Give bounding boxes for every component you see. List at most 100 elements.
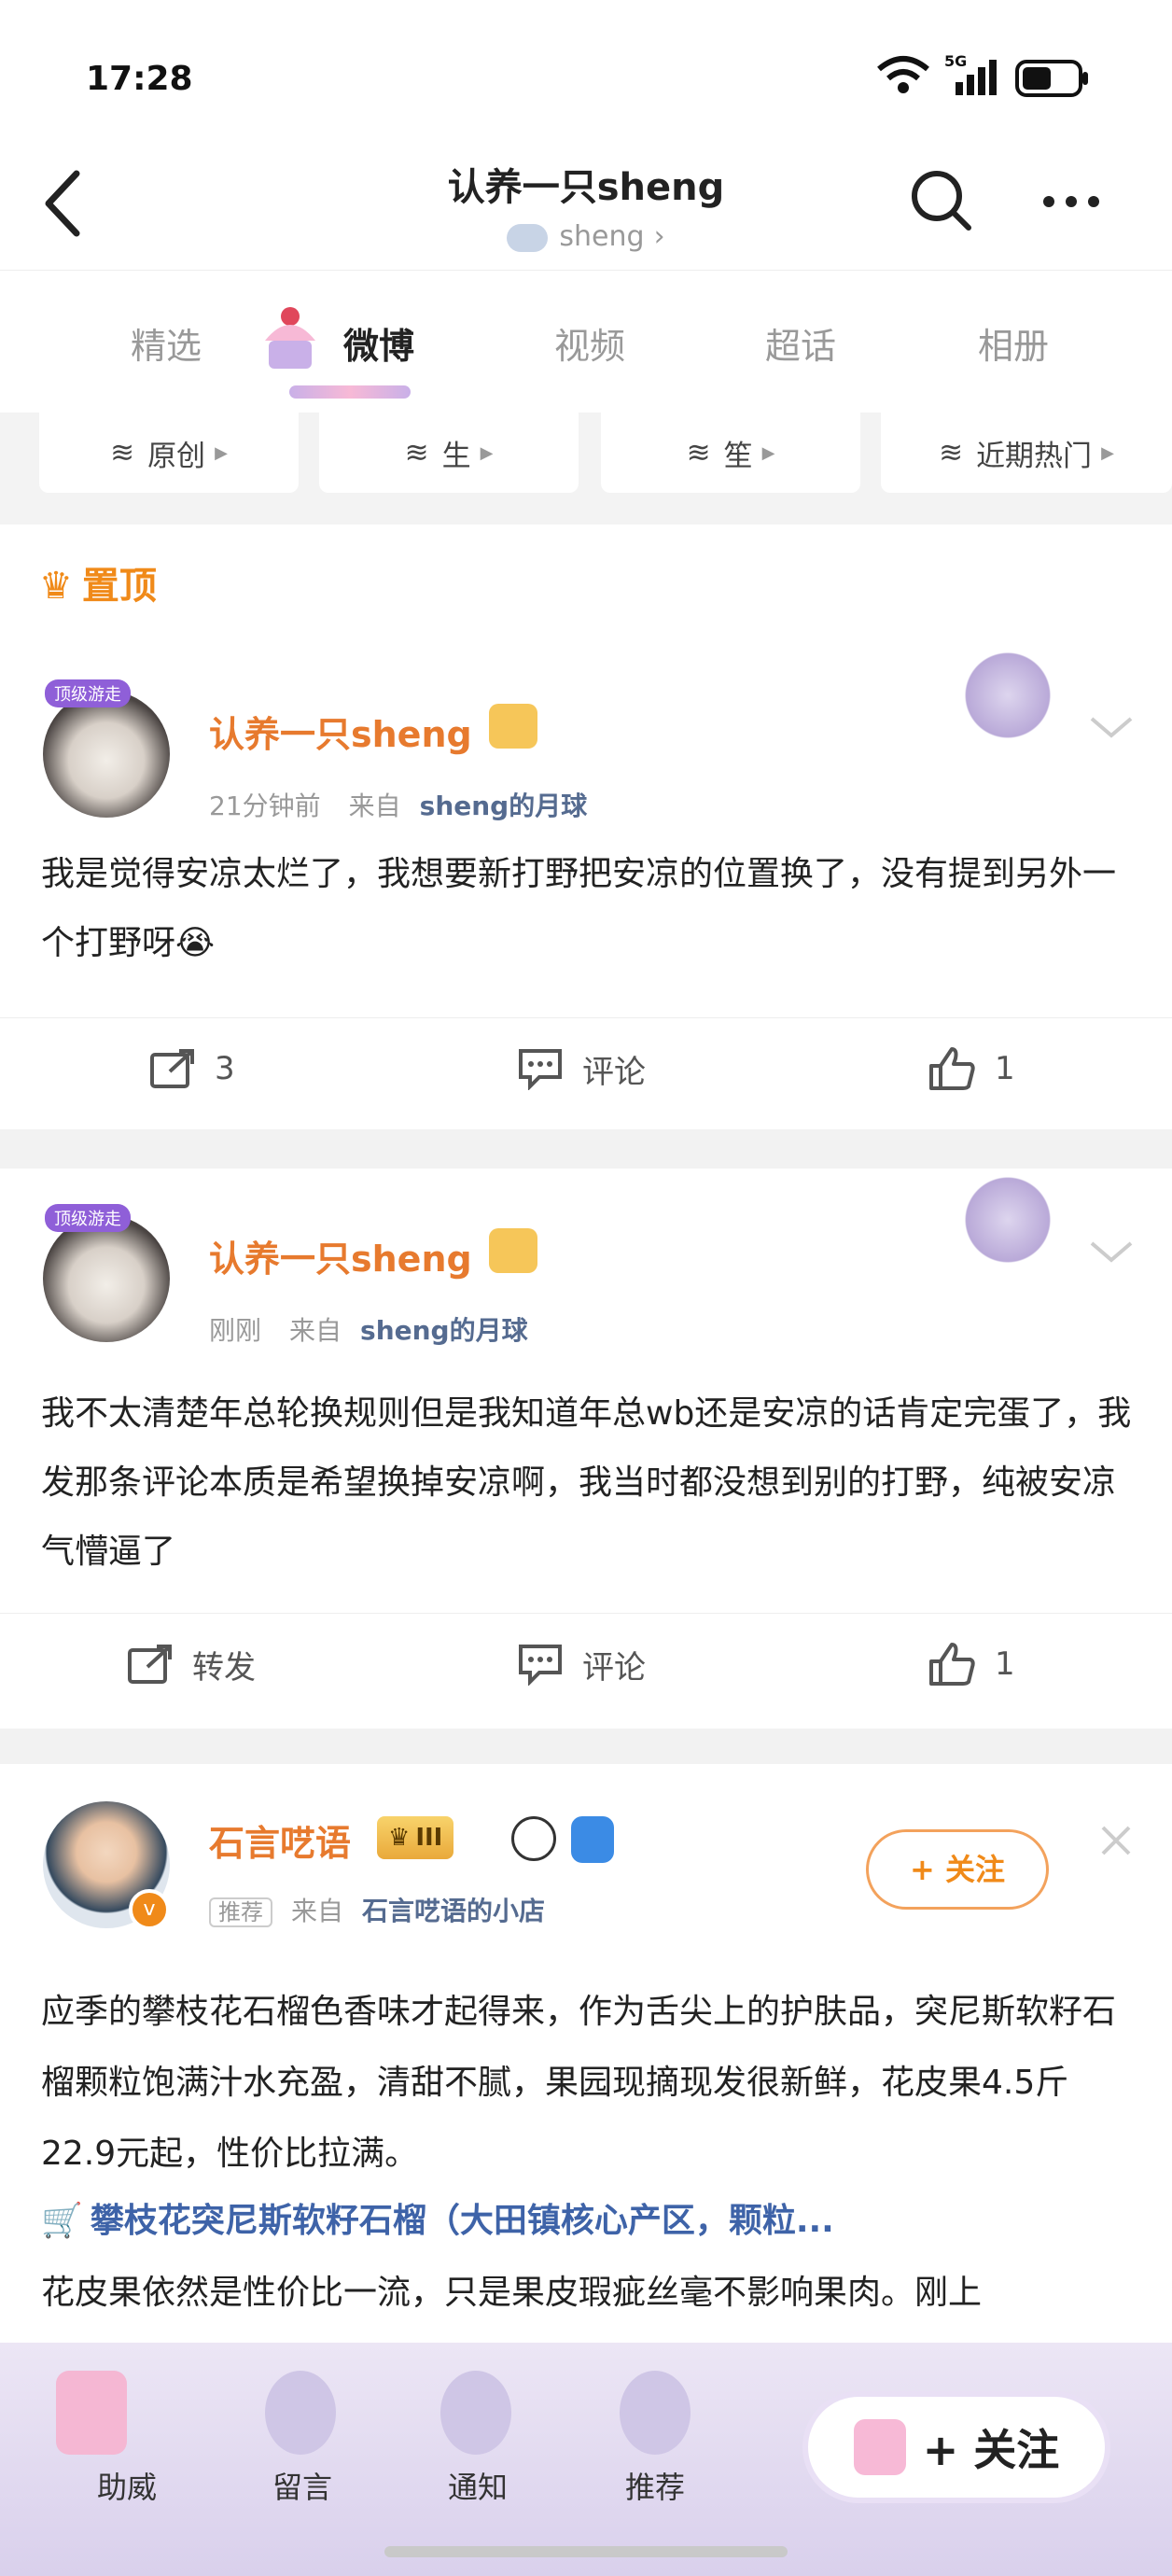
author-name[interactable]: 认养一只sheng (209, 1230, 472, 1281)
post-meta: 刚刚 来自 sheng的月球 (209, 1310, 528, 1348)
repost-icon (150, 1049, 194, 1088)
subtitle-text: sheng (559, 220, 645, 253)
caret-right-icon: ▶ (480, 442, 494, 463)
avatar[interactable] (43, 691, 170, 818)
filter-sheng-2[interactable]: ≋ 笙 ▶ (601, 413, 860, 493)
tab-featured[interactable]: 精选 (82, 317, 250, 369)
chevron-down-icon[interactable] (1088, 1238, 1135, 1266)
message-button[interactable]: 留言 (237, 2464, 368, 2507)
user-badge: 顶级游走 (45, 1204, 131, 1232)
page-title: 认养一只sheng (447, 166, 725, 209)
cloud-icon (507, 223, 549, 252)
like-count: 1 (995, 1645, 1015, 1683)
cupcake-icon (853, 2419, 906, 2475)
post-actions: 转发 评论 1 (0, 1613, 1172, 1715)
post-card: v 石言呓语 ♛ III 推荐 来自 石言呓语的小店 + 关注 应季的攀枝花石榴色香味… (0, 1764, 1172, 2343)
author-name[interactable]: 认养一只sheng (209, 706, 472, 757)
thumbs-up-icon (929, 1643, 975, 1686)
filter-original[interactable]: ≋ 原创 ▶ (39, 413, 299, 493)
crown-icon: ♛ (39, 565, 73, 608)
panda-icon (511, 1816, 556, 1861)
kuromi-icon (620, 2371, 691, 2455)
follow-bottom-button[interactable]: + 关注 (802, 2391, 1110, 2503)
like-button[interactable]: 1 (928, 1041, 1015, 1097)
cheer-button[interactable]: 助威 (62, 2464, 192, 2507)
filter-trending[interactable]: ≋ 近期热门 ▶ (881, 413, 1172, 493)
status-bar: 17:28 5G (0, 0, 1172, 140)
post-source[interactable]: sheng的月球 (420, 791, 588, 821)
vip-crown-icon (489, 1228, 537, 1273)
comment-icon (519, 1645, 562, 1686)
bottom-toolbar: 助威 留言 通知 推荐 + 关注 (0, 2343, 1172, 2576)
active-tab-indicator (289, 385, 411, 399)
user-badge: 顶级游走 (45, 679, 131, 707)
post-actions: 3 评论 1 (0, 1017, 1172, 1120)
layers-icon: ≋ (404, 436, 429, 469)
chevron-down-icon[interactable] (1088, 713, 1135, 741)
post-source[interactable]: 石言呓语的小店 (362, 1896, 545, 1926)
divider (0, 1729, 1172, 1764)
top-nav: 认养一只sheng sheng › (0, 140, 1172, 271)
layers-icon: ≋ (110, 436, 135, 469)
status-time: 17:28 (86, 60, 193, 98)
follow-bottom-label: + 关注 (922, 2425, 1060, 2475)
author-name[interactable]: 石言呓语 (209, 1814, 351, 1866)
vip-crown-icon (489, 704, 537, 749)
tab-video[interactable]: 视频 (506, 317, 674, 369)
comment-button[interactable]: 评论 (517, 1636, 646, 1692)
pinned-text: 置顶 (81, 565, 157, 608)
divider (0, 1129, 1172, 1169)
filter-label: 原创 (147, 439, 206, 473)
like-count: 1 (995, 1050, 1015, 1087)
repost-count: 3 (215, 1050, 235, 1087)
profile-tabs: 精选 微博 视频 超话 相册 (0, 275, 1172, 415)
from-prefix: 来自 (289, 1315, 342, 1346)
caret-right-icon: ▶ (215, 442, 228, 463)
cup-icon (56, 2371, 127, 2455)
search-icon[interactable] (909, 168, 974, 233)
from-prefix: 来自 (291, 1896, 344, 1926)
comment-label: 评论 (582, 1648, 646, 1687)
layers-icon: ≋ (939, 436, 964, 469)
kuromi-sticker-icon (961, 644, 1054, 747)
post-meta: 推荐 来自 石言呓语的小店 (209, 1891, 545, 1928)
caret-right-icon: ▶ (761, 442, 775, 463)
recommend-button[interactable]: 推荐 (590, 2464, 720, 2507)
member-level-badge: ♛ III (377, 1816, 454, 1859)
kuromi-icon (265, 2371, 336, 2455)
home-indicator (384, 2546, 788, 2557)
crown-icon: ♛ (388, 1824, 411, 1852)
post-source[interactable]: sheng的月球 (360, 1315, 528, 1346)
more-icon[interactable] (1041, 194, 1101, 209)
signal-icon (956, 60, 997, 95)
wifi-icon (877, 56, 929, 93)
avatar[interactable] (43, 1215, 170, 1342)
notify-button[interactable]: 通知 (412, 2464, 543, 2507)
filter-sheng[interactable]: ≋ 生 ▶ (319, 413, 579, 493)
layers-icon: ≋ (686, 436, 711, 469)
close-icon[interactable] (1097, 1822, 1135, 1859)
post-text: 我不太清楚年总轮换规则但是我知道年总wb还是安凉的话肯定完蛋了，我发那条评论本质… (41, 1394, 1132, 1571)
product-link-text: 攀枝花突尼斯软籽石榴（大田镇核心产区，颗粒... (90, 2202, 834, 2240)
post-time: 21分钟前 (209, 791, 321, 821)
filter-row: ≋ 原创 ▶ ≋ 生 ▶ ≋ 笙 ▶ ≋ 近期热门 ▶ (0, 413, 1172, 525)
kuromi-sticker-icon (961, 1169, 1054, 1271)
repost-button[interactable]: 3 (149, 1041, 235, 1097)
subtitle-link[interactable]: sheng › (0, 220, 1172, 253)
tab-weibo[interactable]: 微博 (295, 317, 463, 369)
verified-icon: v (129, 1889, 170, 1930)
repost-label: 转发 (192, 1648, 256, 1687)
like-button[interactable]: 1 (928, 1636, 1015, 1692)
post-card: 顶级游走 认养一只sheng 刚刚 来自 sheng的月球 我不太清楚年总轮换规则但… (0, 1169, 1172, 1729)
tab-supertopic[interactable]: 超话 (717, 317, 885, 369)
tab-album[interactable]: 相册 (929, 317, 1097, 369)
repost-button[interactable]: 转发 (127, 1636, 256, 1692)
comment-button[interactable]: 评论 (517, 1041, 646, 1097)
product-link[interactable]: 🛒 攀枝花突尼斯软籽石榴（大田镇核心产区，颗粒... (41, 2193, 834, 2242)
comment-icon (519, 1049, 562, 1090)
shopping-cart-icon: 🛒 (41, 2202, 83, 2240)
follow-button[interactable]: + 关注 (866, 1829, 1049, 1910)
repost-icon (128, 1645, 172, 1684)
pinned-label: ♛ 置顶 (39, 555, 157, 609)
caret-right-icon: ▶ (1101, 442, 1114, 463)
